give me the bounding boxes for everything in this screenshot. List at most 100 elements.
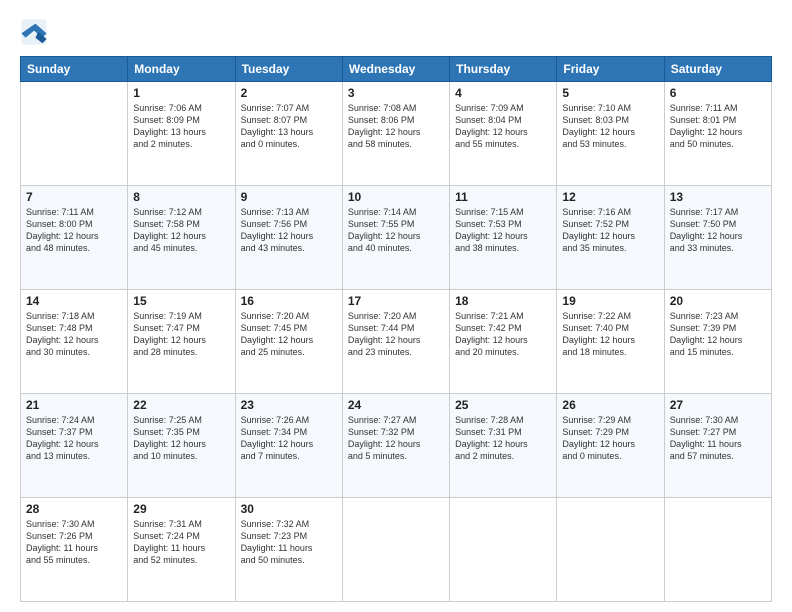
logo-icon	[20, 18, 48, 46]
header	[20, 18, 772, 46]
calendar-day-header: Friday	[557, 57, 664, 82]
day-number: 24	[348, 398, 444, 412]
calendar-day-cell	[342, 498, 449, 602]
calendar-day-cell: 19 Sunrise: 7:22 AM Sunset: 7:40 PM Dayli…	[557, 290, 664, 394]
day-number: 27	[670, 398, 766, 412]
day-number: 1	[133, 86, 229, 100]
calendar-day-cell: 10 Sunrise: 7:14 AM Sunset: 7:55 PM Dayli…	[342, 186, 449, 290]
day-number: 21	[26, 398, 122, 412]
calendar-day-cell: 30 Sunrise: 7:32 AM Sunset: 7:23 PM Dayli…	[235, 498, 342, 602]
calendar-week-row: 28 Sunrise: 7:30 AM Sunset: 7:26 PM Dayli…	[21, 498, 772, 602]
day-number: 7	[26, 190, 122, 204]
calendar-day-cell: 5 Sunrise: 7:10 AM Sunset: 8:03 PM Daylig…	[557, 82, 664, 186]
calendar-day-cell: 22Sunrise: 7:25 AM Sunset: 7:35 PM Dayli…	[128, 394, 235, 498]
day-number: 8	[133, 190, 229, 204]
calendar-day-header: Saturday	[664, 57, 771, 82]
calendar-day-header: Thursday	[450, 57, 557, 82]
calendar-day-cell: 20Sunrise: 7:23 AM Sunset: 7:39 PM Dayli…	[664, 290, 771, 394]
day-number: 28	[26, 502, 122, 516]
day-info: Sunrise: 7:17 AM Sunset: 7:50 PM Dayligh…	[670, 206, 766, 255]
day-number: 19	[562, 294, 658, 308]
day-number: 15	[133, 294, 229, 308]
day-info: Sunrise: 7:09 AM Sunset: 8:04 PM Dayligh…	[455, 102, 551, 151]
calendar-day-cell: 7Sunrise: 7:11 AM Sunset: 8:00 PM Daylig…	[21, 186, 128, 290]
calendar-day-cell: 12 Sunrise: 7:16 AM Sunset: 7:52 PM Dayli…	[557, 186, 664, 290]
day-info: Sunrise: 7:30 AM Sunset: 7:27 PM Dayligh…	[670, 414, 766, 463]
day-number: 9	[241, 190, 337, 204]
calendar-day-cell: 9 Sunrise: 7:13 AM Sunset: 7:56 PM Daylig…	[235, 186, 342, 290]
day-info: Sunrise: 7:15 AM Sunset: 7:53 PM Dayligh…	[455, 206, 551, 255]
calendar-day-cell: 21 Sunrise: 7:24 AM Sunset: 7:37 PM Dayli…	[21, 394, 128, 498]
calendar-day-cell	[450, 498, 557, 602]
calendar-day-header: Wednesday	[342, 57, 449, 82]
day-number: 13	[670, 190, 766, 204]
day-number: 5	[562, 86, 658, 100]
calendar-day-cell: 24 Sunrise: 7:27 AM Sunset: 7:32 PM Dayli…	[342, 394, 449, 498]
day-number: 26	[562, 398, 658, 412]
calendar-day-cell: 1 Sunrise: 7:06 AM Sunset: 8:09 PM Daylig…	[128, 82, 235, 186]
day-info: Sunrise: 7:20 AM Sunset: 7:44 PM Dayligh…	[348, 310, 444, 359]
day-number: 12	[562, 190, 658, 204]
calendar-day-header: Sunday	[21, 57, 128, 82]
day-info: Sunrise: 7:12 AM Sunset: 7:58 PM Dayligh…	[133, 206, 229, 255]
calendar-day-cell: 14Sunrise: 7:18 AM Sunset: 7:48 PM Dayli…	[21, 290, 128, 394]
calendar-day-cell: 27 Sunrise: 7:30 AM Sunset: 7:27 PM Dayli…	[664, 394, 771, 498]
day-number: 23	[241, 398, 337, 412]
calendar-day-cell	[21, 82, 128, 186]
day-info: Sunrise: 7:08 AM Sunset: 8:06 PM Dayligh…	[348, 102, 444, 151]
day-info: Sunrise: 7:27 AM Sunset: 7:32 PM Dayligh…	[348, 414, 444, 463]
day-number: 10	[348, 190, 444, 204]
calendar-day-cell	[557, 498, 664, 602]
day-info: Sunrise: 7:23 AM Sunset: 7:39 PM Dayligh…	[670, 310, 766, 359]
calendar-day-cell: 28 Sunrise: 7:30 AM Sunset: 7:26 PM Dayli…	[21, 498, 128, 602]
day-info: Sunrise: 7:32 AM Sunset: 7:23 PM Dayligh…	[241, 518, 337, 567]
day-info: Sunrise: 7:30 AM Sunset: 7:26 PM Dayligh…	[26, 518, 122, 567]
day-info: Sunrise: 7:13 AM Sunset: 7:56 PM Dayligh…	[241, 206, 337, 255]
calendar-day-cell: 23 Sunrise: 7:26 AM Sunset: 7:34 PM Dayli…	[235, 394, 342, 498]
day-info: Sunrise: 7:06 AM Sunset: 8:09 PM Dayligh…	[133, 102, 229, 151]
day-info: Sunrise: 7:11 AM Sunset: 8:01 PM Dayligh…	[670, 102, 766, 151]
calendar-week-row: 14Sunrise: 7:18 AM Sunset: 7:48 PM Dayli…	[21, 290, 772, 394]
calendar-day-cell: 26 Sunrise: 7:29 AM Sunset: 7:29 PM Dayli…	[557, 394, 664, 498]
calendar-day-cell: 4Sunrise: 7:09 AM Sunset: 8:04 PM Daylig…	[450, 82, 557, 186]
calendar-day-cell: 13 Sunrise: 7:17 AM Sunset: 7:50 PM Dayli…	[664, 186, 771, 290]
day-info: Sunrise: 7:19 AM Sunset: 7:47 PM Dayligh…	[133, 310, 229, 359]
day-number: 18	[455, 294, 551, 308]
calendar-day-cell: 6 Sunrise: 7:11 AM Sunset: 8:01 PM Daylig…	[664, 82, 771, 186]
day-number: 6	[670, 86, 766, 100]
day-info: Sunrise: 7:29 AM Sunset: 7:29 PM Dayligh…	[562, 414, 658, 463]
calendar-day-header: Monday	[128, 57, 235, 82]
day-number: 11	[455, 190, 551, 204]
calendar-day-cell: 11 Sunrise: 7:15 AM Sunset: 7:53 PM Dayli…	[450, 186, 557, 290]
day-number: 30	[241, 502, 337, 516]
day-number: 16	[241, 294, 337, 308]
calendar-day-cell: 15 Sunrise: 7:19 AM Sunset: 7:47 PM Dayli…	[128, 290, 235, 394]
calendar-table: SundayMondayTuesdayWednesdayThursdayFrid…	[20, 56, 772, 602]
calendar-day-header: Tuesday	[235, 57, 342, 82]
day-info: Sunrise: 7:26 AM Sunset: 7:34 PM Dayligh…	[241, 414, 337, 463]
day-info: Sunrise: 7:28 AM Sunset: 7:31 PM Dayligh…	[455, 414, 551, 463]
day-info: Sunrise: 7:10 AM Sunset: 8:03 PM Dayligh…	[562, 102, 658, 151]
calendar-day-cell: 16 Sunrise: 7:20 AM Sunset: 7:45 PM Dayli…	[235, 290, 342, 394]
day-number: 25	[455, 398, 551, 412]
page: SundayMondayTuesdayWednesdayThursdayFrid…	[0, 0, 792, 612]
day-number: 2	[241, 86, 337, 100]
calendar-day-cell: 8 Sunrise: 7:12 AM Sunset: 7:58 PM Daylig…	[128, 186, 235, 290]
day-number: 14	[26, 294, 122, 308]
day-number: 22	[133, 398, 229, 412]
calendar-day-cell: 25 Sunrise: 7:28 AM Sunset: 7:31 PM Dayli…	[450, 394, 557, 498]
calendar-day-cell: 17Sunrise: 7:20 AM Sunset: 7:44 PM Dayli…	[342, 290, 449, 394]
day-number: 3	[348, 86, 444, 100]
day-info: Sunrise: 7:24 AM Sunset: 7:37 PM Dayligh…	[26, 414, 122, 463]
calendar-week-row: 21 Sunrise: 7:24 AM Sunset: 7:37 PM Dayli…	[21, 394, 772, 498]
day-info: Sunrise: 7:07 AM Sunset: 8:07 PM Dayligh…	[241, 102, 337, 151]
day-info: Sunrise: 7:22 AM Sunset: 7:40 PM Dayligh…	[562, 310, 658, 359]
calendar-day-cell: 29Sunrise: 7:31 AM Sunset: 7:24 PM Dayli…	[128, 498, 235, 602]
calendar-header-row: SundayMondayTuesdayWednesdayThursdayFrid…	[21, 57, 772, 82]
calendar-day-cell	[664, 498, 771, 602]
calendar-day-cell: 2 Sunrise: 7:07 AM Sunset: 8:07 PM Daylig…	[235, 82, 342, 186]
day-info: Sunrise: 7:16 AM Sunset: 7:52 PM Dayligh…	[562, 206, 658, 255]
day-info: Sunrise: 7:21 AM Sunset: 7:42 PM Dayligh…	[455, 310, 551, 359]
day-info: Sunrise: 7:14 AM Sunset: 7:55 PM Dayligh…	[348, 206, 444, 255]
day-info: Sunrise: 7:20 AM Sunset: 7:45 PM Dayligh…	[241, 310, 337, 359]
